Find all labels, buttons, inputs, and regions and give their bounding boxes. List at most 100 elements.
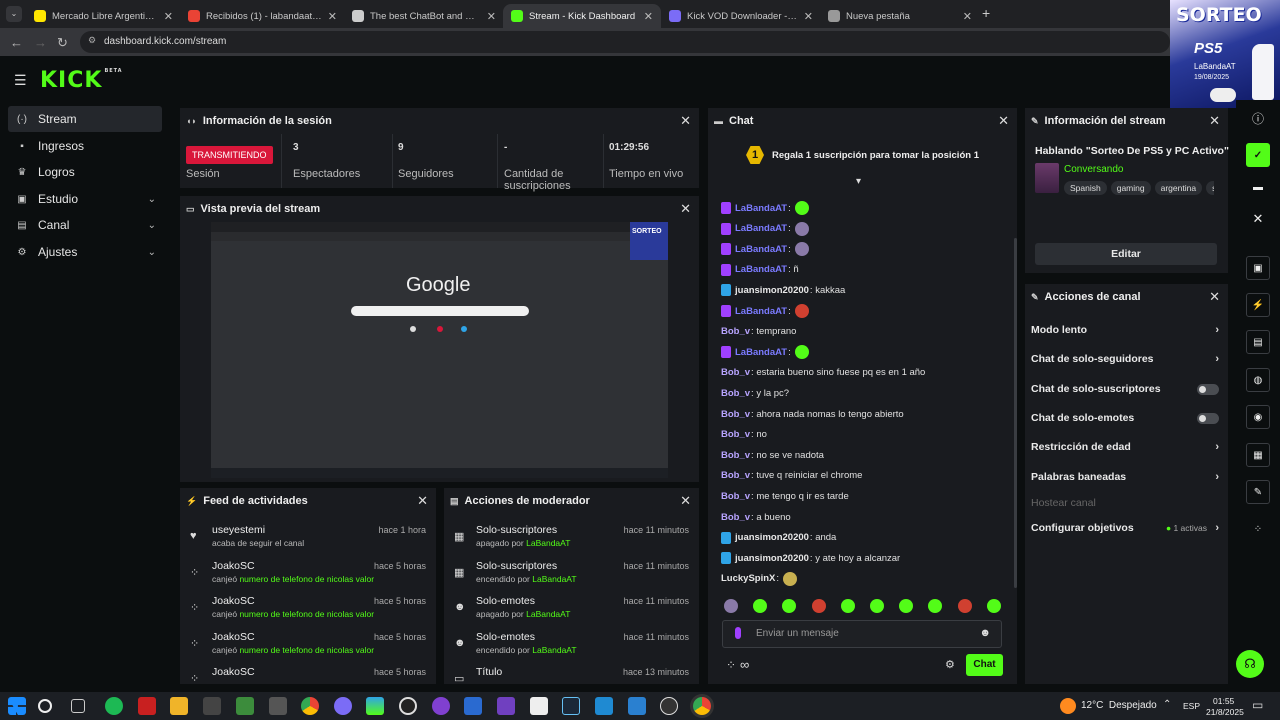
chat-message[interactable]: LaBandaAT: ñ [721, 262, 799, 278]
close-tab-icon[interactable]: ✕ [487, 10, 496, 23]
screen-capture-icon[interactable]: ▣ [1246, 256, 1270, 280]
close-icon[interactable]: ✕ [680, 493, 691, 509]
chat-username[interactable]: Bob_v [721, 491, 750, 502]
mod-action-item[interactable]: ▦ Solo-suscriptores hace 11 minutos apagado… [444, 524, 699, 560]
chat-username[interactable]: juansimon20200 [735, 285, 809, 296]
document-icon[interactable] [530, 697, 548, 715]
chat-message[interactable]: juansimon20200: kakkaa [721, 282, 845, 298]
chat-username[interactable]: LaBandaAT [735, 223, 787, 234]
channel-action-row[interactable]: Chat de solo-suscriptores [1031, 375, 1219, 403]
reload-icon[interactable]: ↻ [57, 35, 68, 51]
language-indicator[interactable]: ESP [1183, 701, 1200, 711]
channel-action-row[interactable]: Modo lento › [1031, 316, 1219, 344]
sidebar-item-stream[interactable]: (·) Stream [8, 106, 162, 132]
site-info-icon[interactable]: ⚙ [88, 35, 96, 46]
feed-item[interactable]: ♥ useyestemi hace 1 hora acaba de seguir el… [180, 524, 436, 560]
close-icon[interactable]: ✕ [998, 113, 1009, 129]
obs-icon[interactable] [399, 697, 417, 715]
chat-message[interactable]: Bob_v: no se ve nadota [721, 447, 824, 463]
chat-message[interactable]: juansimon20200: y ate hoy a alcanzar [721, 550, 900, 566]
toggle-switch[interactable] [1197, 413, 1219, 424]
chat-username[interactable]: LaBandaAT [735, 264, 787, 275]
document-icon[interactable]: ▤ [1246, 330, 1270, 354]
chrome-profile-icon[interactable] [334, 697, 352, 715]
chat-message[interactable]: LaBandaAT: [721, 200, 809, 216]
stream-tag[interactable]: sp [1206, 181, 1214, 195]
calendar-icon[interactable]: ▦ [1246, 443, 1270, 467]
send-chat-button[interactable]: Chat [966, 654, 1003, 676]
chat-message[interactable]: Bob_v: y la pc? [721, 385, 789, 401]
feed-item[interactable]: ⁘ JoakoSC hace 5 horas canjeó numero de tel… [180, 631, 436, 667]
stream-tag[interactable]: Spanish [1064, 181, 1107, 195]
chat-username[interactable]: Bob_v [721, 388, 750, 399]
forward-icon[interactable]: → [34, 35, 47, 50]
chat-message[interactable]: Bob_v: no [721, 427, 767, 443]
file-explorer-icon[interactable] [170, 697, 188, 715]
feed-item[interactable]: ⁘ JoakoSC hace 5 horas canjeó numero de tel… [180, 560, 436, 596]
chat-username[interactable]: Bob_v [721, 326, 750, 337]
close-tab-icon[interactable]: ✕ [164, 10, 173, 23]
chat-message[interactable]: LaBandaAT: [721, 221, 809, 237]
lightning-icon[interactable]: ⚡ [1246, 293, 1270, 317]
check-icon[interactable]: ✓ [1246, 143, 1270, 167]
close-icon[interactable]: ✕ [1209, 289, 1220, 305]
feed-item[interactable]: ⁘ JoakoSC hace 5 horas canjeó numero de tel… [180, 595, 436, 631]
emote-picker-icon[interactable] [928, 599, 943, 613]
stream-tag[interactable]: argentina [1154, 181, 1203, 195]
new-tab-button[interactable]: + [982, 5, 990, 21]
url-field[interactable]: ⚙ dashboard.kick.com/stream [80, 31, 1170, 53]
channel-action-row[interactable]: Chat de solo-seguidores › [1031, 345, 1219, 373]
emote-picker-icon[interactable] [782, 599, 797, 613]
info-icon[interactable]: ⓘ [1246, 106, 1270, 130]
channel-action-row[interactable]: Palabras baneadas › [1031, 463, 1219, 491]
close-tab-icon[interactable]: ✕ [963, 10, 972, 23]
chat-settings-icon[interactable]: ⚙ [945, 658, 955, 671]
chat-message[interactable]: LaBandaAT: [721, 303, 809, 319]
emote-picker-icon[interactable] [870, 599, 884, 613]
search-icon[interactable] [38, 699, 52, 713]
minecraft-icon[interactable] [236, 697, 254, 715]
emote-picker-icon[interactable] [811, 599, 826, 613]
browser-tab[interactable]: The best ChatBot and Widgets ✕ [344, 4, 504, 28]
kick-logo[interactable]: KICK BETA [40, 68, 123, 93]
chat-message[interactable]: Bob_v: me tengo q ir es tarde [721, 488, 849, 504]
tab-search-button[interactable]: ⌄ [6, 6, 22, 22]
emoji-icon[interactable]: ☻ [979, 627, 991, 639]
app-icon[interactable] [432, 697, 450, 715]
chat-message[interactable]: Bob_v: a bueno [721, 509, 791, 525]
close-icon[interactable]: ✕ [680, 113, 691, 129]
chat-message[interactable]: Bob_v: tuve q reiniciar el chrome [721, 468, 862, 484]
emote-picker-icon[interactable] [753, 599, 768, 613]
sidebar-item-ajustes[interactable]: ⚙ Ajustes ⌄ [8, 239, 162, 265]
chat-username[interactable]: Bob_v [721, 512, 750, 523]
pin-icon[interactable]: ▾ [856, 176, 861, 187]
browser-tab[interactable]: Kick VOD Downloader - Stream ✕ [661, 4, 821, 28]
chat-scrollbar[interactable] [1014, 238, 1017, 588]
toggle-switch[interactable] [1197, 384, 1219, 395]
chat-message[interactable]: Bob_v: estaria bueno sino fuese pq es en… [721, 365, 925, 381]
channel-action-row[interactable]: Configurar objetivos › ● 1 activas [1031, 514, 1219, 542]
chat-username[interactable]: Bob_v [721, 450, 750, 461]
clock-time[interactable]: 01:55 [1213, 696, 1234, 706]
chrome-active-icon[interactable] [693, 697, 711, 715]
emote-picker-icon[interactable] [840, 599, 855, 613]
support-icon[interactable]: ☊ [1236, 650, 1264, 678]
chat-message[interactable]: Bob_v: ahora nada nomas lo tengo abierto [721, 406, 904, 422]
app-icon[interactable] [366, 697, 384, 715]
wrench-icon[interactable]: ✎ [1246, 480, 1270, 504]
stream-tag[interactable]: gaming [1110, 181, 1151, 195]
close-layout-icon[interactable]: ✕ [1246, 207, 1270, 231]
calculator-icon[interactable] [203, 697, 221, 715]
channel-action-row[interactable]: Hostear canal [1031, 489, 1219, 517]
sidebar-item-logros[interactable]: ♛ Logros [8, 159, 162, 185]
chat-message[interactable]: juansimon20200: anda [721, 530, 836, 546]
channel-action-row[interactable]: Chat de solo-emotes [1031, 404, 1219, 432]
close-icon[interactable]: ✕ [417, 493, 428, 509]
edit-button[interactable]: Editar [1035, 243, 1217, 265]
chrome-icon[interactable] [301, 697, 319, 715]
chat-username[interactable]: juansimon20200 [735, 532, 809, 543]
emote-picker-icon[interactable] [986, 599, 1001, 613]
browser-tab[interactable]: Recibidos (1) - labandaat@gm ✕ [180, 4, 345, 28]
sidebar-item-ingresos[interactable]: ▪ Ingresos [8, 133, 162, 159]
back-icon[interactable]: ← [10, 35, 23, 50]
